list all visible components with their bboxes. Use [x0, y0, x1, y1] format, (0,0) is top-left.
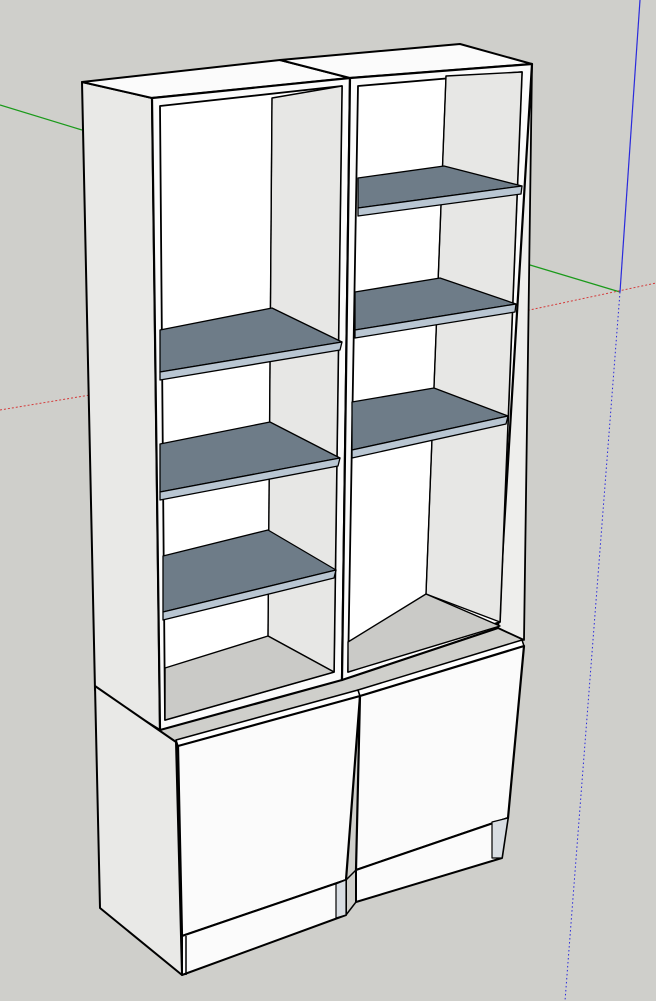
green-axis-right: [519, 261, 621, 293]
model-canvas[interactable]: [0, 0, 656, 1001]
red-axis-right: [519, 282, 656, 313]
leg-right: [491, 817, 509, 859]
red-axis-left: [0, 394, 91, 411]
blue-axis-dotted: [564, 291, 621, 1001]
green-axis-left: [0, 104, 83, 131]
3d-viewport[interactable]: [0, 0, 656, 1001]
blue-axis: [619, 0, 641, 293]
base-cabinet-right[interactable]: [345, 639, 526, 916]
upper-cabinet-left[interactable]: [81, 59, 352, 732]
base-left-side: [94, 685, 183, 976]
left-side-panel: [81, 81, 161, 731]
base-cabinet-left[interactable]: [94, 685, 362, 976]
